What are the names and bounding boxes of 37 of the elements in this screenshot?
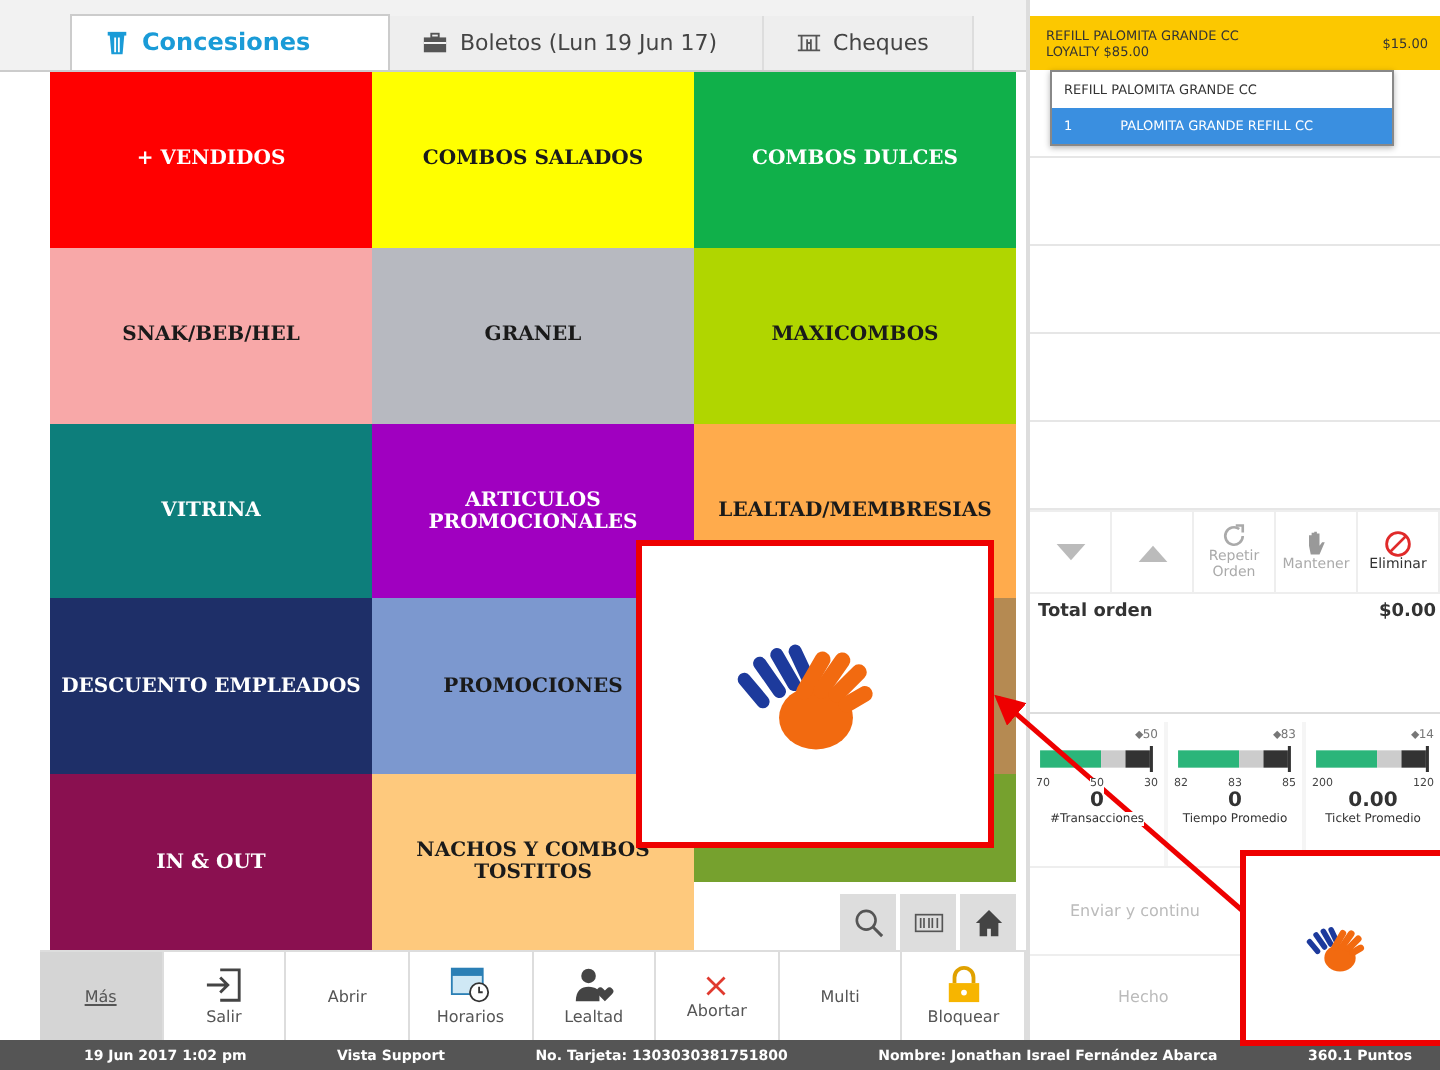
category-tile[interactable]: ARTICULOS PROMOCIONALES [372, 423, 694, 599]
person-heart-icon [573, 966, 614, 1005]
kpi-value: 0 [1228, 790, 1242, 812]
lock-icon [943, 966, 984, 1005]
category-tile[interactable]: IN & OUT [50, 774, 372, 951]
exit-icon [203, 966, 244, 1005]
barcode-button[interactable] [900, 894, 956, 951]
toolbar-button[interactable]: Más [40, 952, 164, 1041]
total-label: Total orden [1038, 602, 1153, 626]
home-button[interactable] [960, 894, 1016, 951]
gauge-bar [1036, 746, 1158, 772]
redo-icon [1220, 522, 1248, 551]
gauge-bar [1174, 746, 1296, 772]
category-tile[interactable]: VITRINA [50, 423, 372, 599]
category-tile[interactable]: GRANEL [372, 247, 694, 424]
cup-icon [104, 29, 130, 56]
up-arrow-icon [1137, 543, 1167, 561]
prohibited-icon [1384, 530, 1412, 559]
down-arrow-icon [1055, 543, 1085, 561]
category-tile[interactable]: DESCUENTO EMPLEADOS [50, 598, 372, 775]
search-icon [853, 907, 883, 938]
search-button[interactable] [840, 894, 896, 951]
category-tile[interactable]: MAXICOMBOS [694, 247, 1016, 424]
close-icon [704, 973, 729, 998]
calendar-clock-icon [450, 966, 491, 1005]
total-value: $0.00 [1379, 602, 1436, 626]
kpi-value: 0 [1090, 790, 1104, 812]
tab[interactable]: Boletos (Lun 19 Jun 17) [390, 15, 764, 70]
gauge-bar [1312, 746, 1434, 772]
kpi-value: 0.00 [1348, 790, 1398, 812]
category-tile[interactable]: SNAK/BEB/HEL [50, 247, 372, 424]
category-tile[interactable]: COMBOS SALADOS [372, 71, 694, 248]
tab[interactable]: Cheques [763, 15, 975, 70]
briefcase-icon [422, 29, 448, 56]
cheque-icon [795, 29, 822, 56]
home-icon [973, 907, 1003, 938]
category-tile[interactable]: + VENDIDOS [50, 71, 372, 248]
